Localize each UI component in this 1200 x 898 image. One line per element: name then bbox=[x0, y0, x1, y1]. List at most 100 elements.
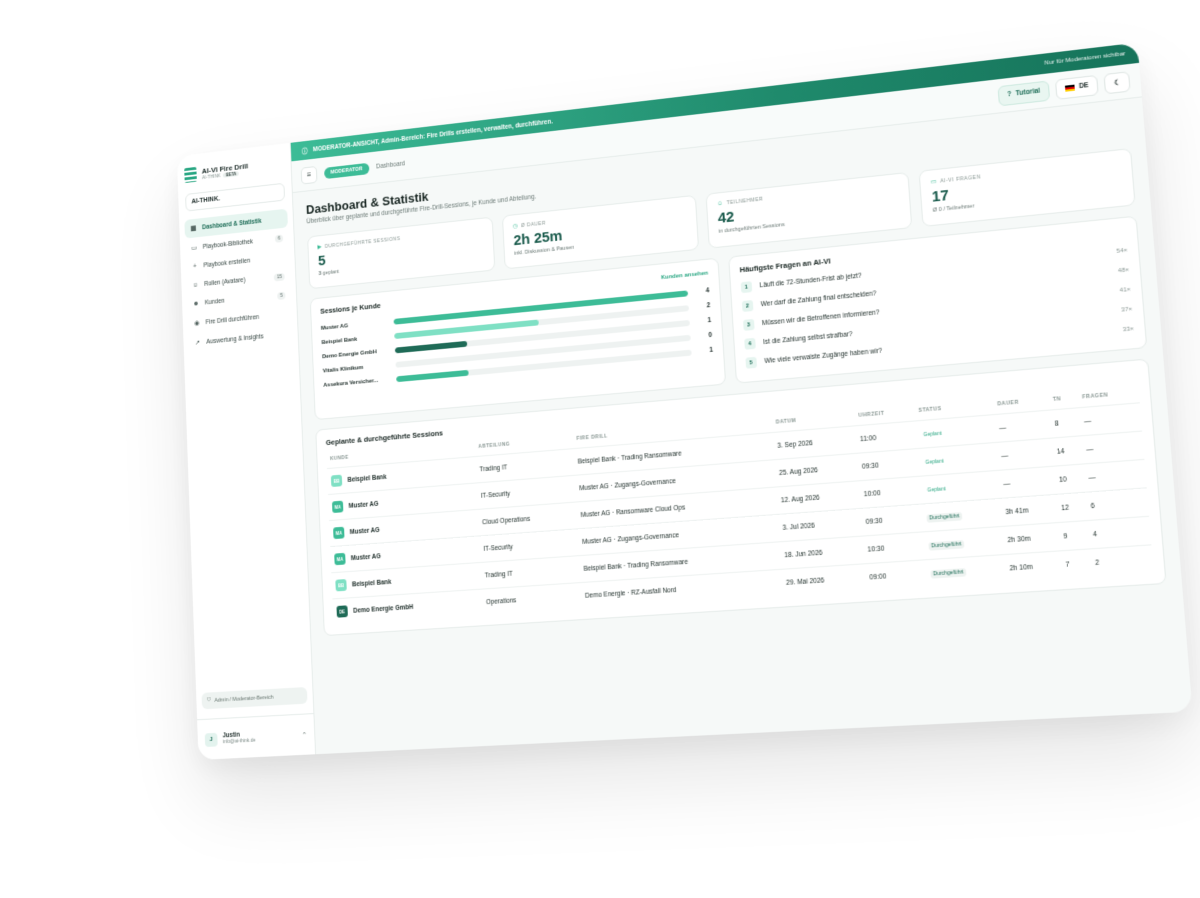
bar-value-label: 1 bbox=[699, 347, 713, 355]
customer-avatar: MA bbox=[334, 553, 345, 565]
duration-cell: 3h 41m bbox=[1000, 494, 1058, 526]
customer-avatar: DE bbox=[336, 606, 347, 618]
info-icon: ⓘ bbox=[302, 146, 308, 156]
grid-icon: ▦ bbox=[190, 224, 197, 232]
rank-badge: 4 bbox=[744, 338, 756, 350]
banner-visibility-note: Nur für Moderatoren sichtbar bbox=[1044, 51, 1125, 67]
moderator-badge: MODERATOR bbox=[324, 162, 369, 178]
customer-avatar: MA bbox=[333, 527, 344, 539]
users-icon: ☻ bbox=[193, 300, 200, 307]
main-area: ⓘ MODERATOR-ANSICHT, Admin-Bereich: Fire… bbox=[291, 43, 1193, 755]
user-menu[interactable]: J Justin info@ai-think.de ⌃ bbox=[197, 713, 315, 760]
time-cell: 10:00 bbox=[859, 476, 921, 508]
faq-count: 33× bbox=[1123, 326, 1134, 333]
questions-cell: — bbox=[1083, 459, 1147, 492]
bar bbox=[396, 369, 468, 381]
dark-mode-button[interactable]: ☾ bbox=[1104, 71, 1131, 94]
plus-icon: + bbox=[191, 263, 198, 270]
logo-icon bbox=[184, 167, 197, 183]
participants-cell: 10 bbox=[1054, 464, 1086, 494]
hamburger-icon: ≡ bbox=[307, 170, 312, 179]
bar-label: Assekura Versicher... bbox=[323, 377, 389, 389]
faq-question: Ist die Zahlung selbst strafbar? bbox=[763, 331, 853, 346]
customer-name: Beispiel Bank bbox=[352, 578, 392, 587]
faq-count: 54× bbox=[1116, 247, 1127, 254]
date-cell: 29. Mai 2026 bbox=[781, 564, 866, 597]
status-cell: Durchgeführt bbox=[925, 555, 1007, 588]
card-title: Sessions je Kunde bbox=[320, 301, 381, 316]
kpi-label: Ø DAUER bbox=[521, 220, 546, 228]
language-button[interactable]: DE bbox=[1055, 74, 1099, 99]
sessions-table: KUNDE ABTEILUNG FIRE DRILL DATUM UHRZEIT STAT… bbox=[326, 386, 1153, 626]
avatar: J bbox=[205, 732, 218, 746]
participants-cell: 9 bbox=[1058, 521, 1090, 551]
time-cell: 09:30 bbox=[861, 504, 923, 536]
customer-avatar: MA bbox=[332, 501, 343, 513]
kpi-questions: ▭ AI-VI FRAGEN 17 Ø 0 / Teilnehmer bbox=[919, 148, 1136, 227]
bar-value-label: 0 bbox=[698, 332, 712, 340]
chevron-up-icon: ⌃ bbox=[301, 731, 307, 739]
sidebar-item-label: Rollen (Avatare) bbox=[204, 277, 245, 288]
count-badge: 15 bbox=[274, 272, 285, 281]
rank-badge: 5 bbox=[745, 357, 757, 369]
beta-badge: BETA bbox=[223, 171, 239, 177]
sidebar-item-label: Playbook-Bibliothek bbox=[203, 238, 253, 250]
customer-avatar: BB bbox=[331, 475, 342, 487]
questions-cell: 4 bbox=[1088, 516, 1152, 549]
user-icon: ☺ bbox=[717, 201, 724, 208]
tutorial-button[interactable]: ? Tutorial bbox=[997, 80, 1050, 106]
duration-cell: — bbox=[998, 466, 1056, 498]
clock-icon: ◷ bbox=[513, 223, 519, 230]
status-badge: Durchgeführt bbox=[926, 511, 963, 522]
chat-icon: ▭ bbox=[930, 178, 937, 186]
shield-icon: ⛉ bbox=[207, 697, 211, 704]
rank-badge: 2 bbox=[742, 300, 754, 312]
kpi-label: AI-VI FRAGEN bbox=[940, 174, 981, 184]
questions-cell: 6 bbox=[1085, 488, 1149, 521]
menu-toggle-button[interactable]: ≡ bbox=[301, 165, 318, 184]
sidebar-item-label: Fire Drill durchführen bbox=[205, 314, 259, 326]
play-icon: ▶ bbox=[317, 243, 322, 250]
kpi-label: TEILNEHMER bbox=[726, 196, 763, 206]
admin-hint-text: Admin / Moderator-Bereich bbox=[214, 694, 273, 703]
tutorial-label: Tutorial bbox=[1015, 88, 1040, 98]
sidebar-nav: ▦ Dashboard & Statistik ▭ Playbook-Bibli… bbox=[179, 207, 298, 354]
sessions-bar-chart: Muster AG 4 Beispiel Bank 2 Demo Energie Gmb… bbox=[321, 283, 714, 392]
sidebar-item-label: Auswertung & Insights bbox=[206, 333, 263, 345]
breadcrumb: Dashboard bbox=[376, 161, 405, 171]
user-email: info@ai-think.de bbox=[223, 738, 256, 745]
faq-count: 41× bbox=[1119, 286, 1130, 293]
participants-cell: 8 bbox=[1049, 408, 1081, 438]
participants-cell: 14 bbox=[1051, 436, 1083, 466]
bar-value-label: 1 bbox=[697, 317, 711, 325]
help-icon: ? bbox=[1007, 91, 1012, 98]
duration-cell: 2h 30m bbox=[1002, 523, 1060, 555]
participants-cell: 12 bbox=[1056, 492, 1088, 522]
bar-value-label: 4 bbox=[695, 287, 709, 295]
status-badge: Durchgeführt bbox=[928, 539, 965, 550]
bar-value-label: 2 bbox=[696, 302, 710, 310]
status-badge: Geplant bbox=[920, 429, 945, 439]
kpi-participants: ☺ TEILNEHMER 42 in durchgeführten Session… bbox=[706, 172, 913, 249]
faq-count: 37× bbox=[1121, 306, 1132, 313]
kpi-sessions: ▶ DURCHGEFÜHRTE SESSIONS 5 3 geplant bbox=[307, 217, 495, 290]
folder-icon: ▭ bbox=[190, 244, 197, 252]
moon-icon: ☾ bbox=[1114, 78, 1121, 87]
app-window: AI-VI Fire Drill AI-THINK BETA AI-THINK.… bbox=[177, 43, 1193, 760]
view-customers-link[interactable]: Kunden ansehen bbox=[661, 270, 709, 281]
rank-badge: 3 bbox=[743, 319, 755, 331]
sidebar-item-label: Dashboard & Statistik bbox=[202, 218, 262, 231]
kpi-note: geplant bbox=[321, 269, 339, 276]
sidebar-item-label: Playbook erstellen bbox=[203, 258, 250, 269]
faq-question: Wie viele verwaiste Zugänge haben wir? bbox=[764, 348, 882, 365]
sidebar-item-label: Kunden bbox=[205, 298, 225, 307]
department-cell: Operations bbox=[482, 583, 582, 616]
faq-card: Häufigste Fragen an AI-VI 1 Läuft die 72-… bbox=[728, 216, 1147, 384]
faq-count: 48× bbox=[1118, 267, 1129, 274]
admin-hint: ⛉ Admin / Moderator-Bereich bbox=[201, 687, 307, 709]
dashboard-content: Dashboard & Statistik Überblick über gep… bbox=[293, 97, 1193, 754]
status-badge: Durchgeführt bbox=[930, 568, 967, 579]
customer-name: Muster AG bbox=[348, 500, 378, 509]
time-cell: 09:00 bbox=[864, 560, 926, 592]
status-badge: Geplant bbox=[922, 457, 947, 467]
